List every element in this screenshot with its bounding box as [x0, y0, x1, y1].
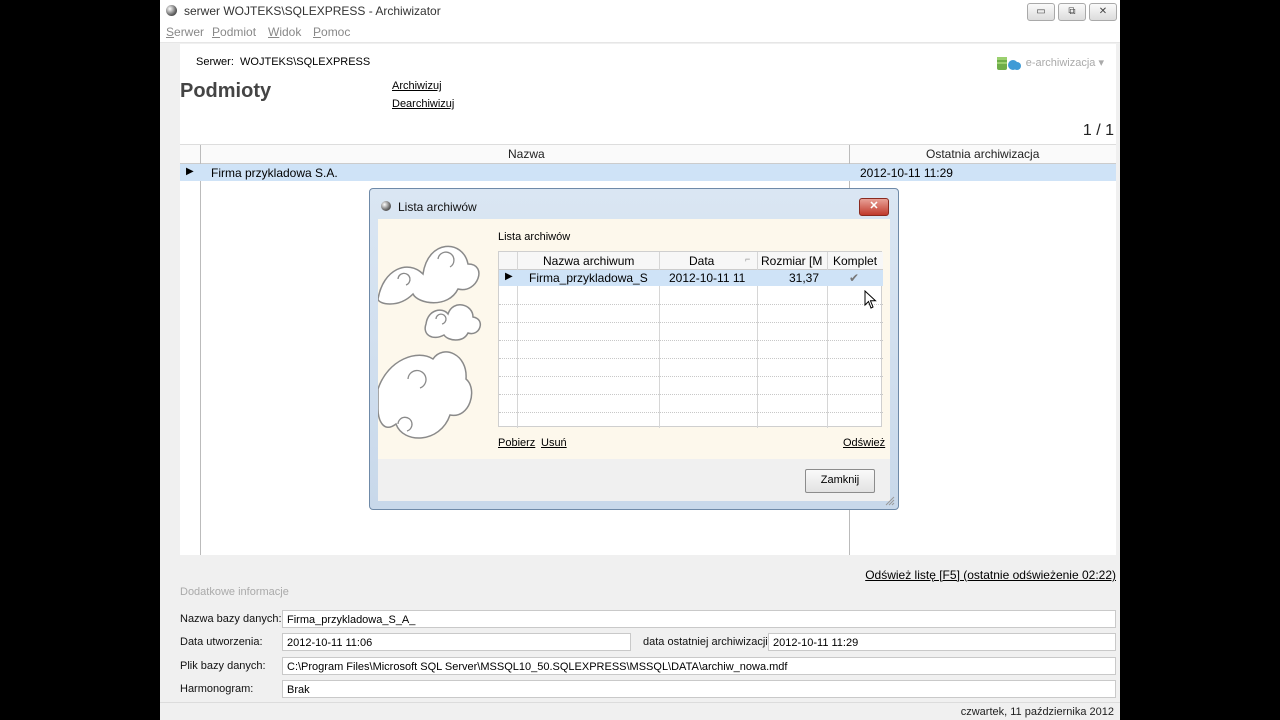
row-divider: [499, 394, 883, 395]
close-window-button[interactable]: ✕: [1089, 3, 1117, 21]
server-label: Serwer: WOJTEKS\SQLEXPRESS: [196, 56, 371, 68]
row-divider: [499, 358, 883, 359]
minimize-button[interactable]: ▭: [1027, 3, 1055, 21]
db-file-label: Plik bazy danych:: [180, 660, 266, 672]
dialog-footer: Zamknij: [378, 459, 890, 501]
archive-link[interactable]: Archiwizuj: [392, 80, 442, 92]
menu-serwer[interactable]: Serwer: [166, 25, 204, 39]
refresh-list-link[interactable]: Odśwież listę [F5] (ostatnie odświeżenie…: [865, 568, 1116, 582]
row-divider: [499, 304, 883, 305]
table-row[interactable]: ▶ Firma przykladowa S.A. 2012-10-11 11:2…: [180, 164, 1116, 181]
last-archive-field[interactable]: 2012-10-11 11:29: [768, 633, 1116, 651]
archive-size: 31,37: [789, 271, 820, 285]
download-link[interactable]: Pobierz: [498, 437, 535, 449]
window-title: serwer WOJTEKS\SQLEXPRESS - Archiwizator: [184, 4, 441, 18]
col-header-size[interactable]: Rozmiar [M: [761, 254, 822, 268]
menu-widok[interactable]: Widok: [268, 25, 301, 39]
title-bar: serwer WOJTEKS\SQLEXPRESS - Archiwizator…: [160, 0, 1120, 22]
maximize-button[interactable]: ⧉: [1058, 3, 1086, 21]
db-name-field[interactable]: Firma_przykladowa_S_A_: [282, 610, 1116, 628]
col-header-date[interactable]: Data: [689, 254, 714, 268]
created-label: Data utworzenia:: [180, 636, 263, 648]
row-divider: [499, 322, 883, 323]
db-name-label: Nazwa bazy danych:: [180, 613, 282, 625]
page-title: Podmioty: [180, 80, 272, 102]
status-date: czwartek, 11 października 2012: [960, 706, 1114, 718]
page-indicator: 1 / 1: [1082, 122, 1114, 139]
schedule-label: Harmonogram:: [180, 683, 254, 695]
menu-podmiot[interactable]: Podmiot: [212, 25, 256, 39]
resize-grip-icon[interactable]: [885, 496, 895, 506]
server-value: WOJTEKS\SQLEXPRESS: [240, 56, 371, 68]
row-divider: [499, 376, 883, 377]
row-indicator-icon: ▶: [186, 166, 194, 177]
archives-table-header: Nazwa archiwum Data ⌐ Rozmiar [M Komplet: [499, 252, 883, 270]
col-header-archive-name[interactable]: Nazwa archiwum: [543, 254, 634, 268]
row-divider: [499, 412, 883, 413]
status-bar: czwartek, 11 października 2012: [160, 702, 1120, 720]
row-divider: [499, 340, 883, 341]
entity-name: Firma przykladowa S.A.: [211, 166, 338, 180]
dialog-body: Lista archiwów Nazwa archiwum Data ⌐ Roz…: [378, 219, 890, 459]
app-icon: [166, 5, 177, 16]
last-archive-label: data ostatniej archiwizacji:: [643, 636, 771, 648]
menu-bar: Serwer Podmiot Widok Pomoc: [160, 22, 1120, 43]
entity-last-archive: 2012-10-11 11:29: [860, 166, 953, 180]
col-header-name[interactable]: Nazwa: [508, 147, 545, 161]
menu-pomoc[interactable]: Pomoc: [313, 25, 350, 39]
archives-table: Nazwa archiwum Data ⌐ Rozmiar [M Komplet…: [498, 251, 883, 428]
server-header: Serwer: WOJTEKS\SQLEXPRESS e-archiwizacj…: [180, 44, 1116, 74]
dialog-close-button[interactable]: ✕: [859, 198, 889, 216]
close-dialog-button[interactable]: Zamknij: [805, 469, 875, 493]
row-indicator-icon: ▶: [505, 271, 513, 282]
dearchive-link[interactable]: Dearchiwizuj: [392, 98, 454, 110]
archive-group-label: Lista archiwów: [498, 231, 571, 243]
details-section-title: Dodatkowe informacje: [180, 586, 289, 598]
table-header: Nazwa Ostatnia archiwizacja: [180, 145, 1116, 164]
database-cloud-icon: [996, 57, 1021, 70]
mouse-cursor-icon: [864, 290, 877, 309]
table-row[interactable]: ▶ Firma_przykladowa_S 2012-10-11 11 31,3…: [499, 270, 883, 286]
db-file-field[interactable]: C:\Program Files\Microsoft SQL Server\MS…: [282, 657, 1116, 675]
column-divider: [200, 145, 201, 555]
created-field[interactable]: 2012-10-11 11:06: [282, 633, 631, 651]
dialog-title: Lista archiwów: [398, 200, 477, 214]
chevron-down-icon: ▾: [1098, 56, 1104, 69]
e-archive-menu[interactable]: e-archiwizacja ▾: [996, 54, 1104, 72]
sort-icon: ⌐: [745, 254, 751, 264]
col-header-last-archive[interactable]: Ostatnia archiwizacja: [926, 147, 1039, 161]
complete-check-icon: ✔: [849, 271, 860, 285]
schedule-field[interactable]: Brak: [282, 680, 1116, 698]
refresh-archives-link[interactable]: Odśwież: [843, 437, 885, 449]
e-archive-label: e-archiwizacja: [1025, 56, 1096, 69]
cloud-decoration-icon: [378, 245, 482, 439]
archive-list-dialog: Lista archiwów ✕ Lista archiwów Nazwa ar…: [369, 188, 899, 510]
col-header-complete[interactable]: Komplet: [833, 254, 877, 268]
archive-date: 2012-10-11 11: [669, 271, 746, 285]
dialog-app-icon: [381, 201, 391, 211]
delete-link[interactable]: Usuń: [541, 437, 567, 449]
archive-name: Firma_przykladowa_S: [529, 271, 648, 285]
